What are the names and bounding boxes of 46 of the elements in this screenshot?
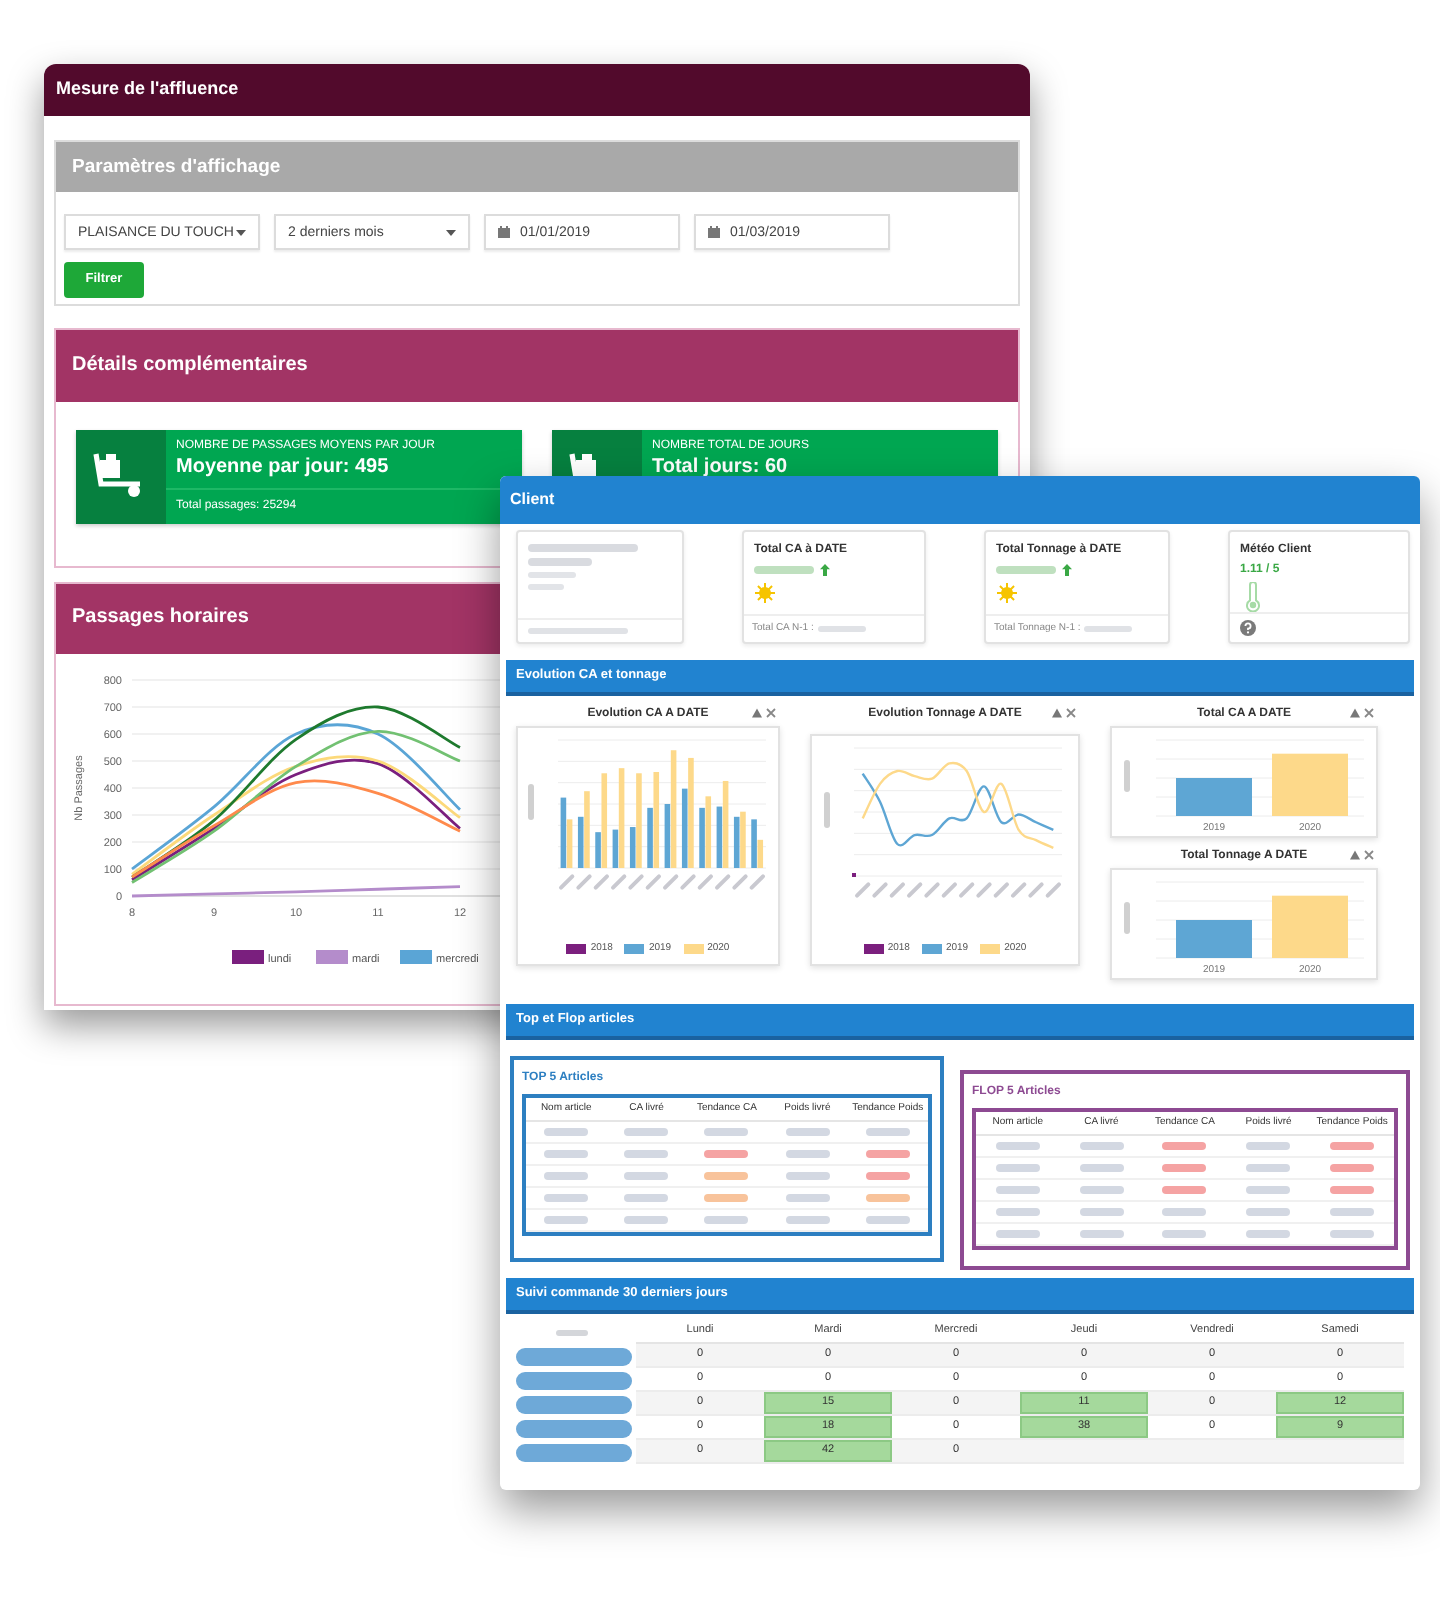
window-title: Mesure de l'affluence <box>56 78 239 102</box>
triangle-icon[interactable] <box>1350 708 1360 718</box>
blurred-text <box>516 1395 632 1413</box>
arrow-up-icon <box>1062 564 1072 576</box>
window-title: Client <box>510 490 555 510</box>
blurred-text <box>516 1443 632 1461</box>
blurred-text <box>516 1347 632 1365</box>
chart-bar <box>1272 895 1348 958</box>
close-icon[interactable] <box>1066 708 1076 718</box>
close-icon[interactable] <box>1364 708 1374 718</box>
panel-header: Paramètres d'affichage <box>56 142 1018 192</box>
blurred-text <box>754 566 814 574</box>
close-icon[interactable] <box>766 708 776 718</box>
arrow-up-icon <box>820 564 830 576</box>
close-icon[interactable] <box>1364 850 1374 860</box>
blurred-text <box>528 558 592 566</box>
swatch-icon <box>316 950 348 964</box>
sun-icon <box>754 582 776 604</box>
card-value: Moyenne par jour: 495 <box>176 454 391 480</box>
blurred-label <box>1124 760 1130 792</box>
blurred-text <box>996 566 1056 574</box>
sun-icon <box>996 582 1018 604</box>
triangle-icon[interactable] <box>1052 708 1062 718</box>
swatch-icon <box>232 950 264 964</box>
blurred-label <box>1124 902 1130 934</box>
blurred-text <box>516 1371 632 1389</box>
chart-bar <box>1176 920 1252 958</box>
swatch-icon <box>400 950 432 964</box>
calendar-icon <box>498 226 510 238</box>
blurred-label <box>528 784 534 820</box>
panel-header: Détails complémentaires <box>56 330 1018 402</box>
chart-bar <box>1272 753 1348 816</box>
chart-bar <box>1176 778 1252 816</box>
blurred-text <box>528 544 638 552</box>
triangle-icon[interactable] <box>752 708 762 718</box>
thermometer-icon <box>1246 582 1260 612</box>
dolly-icon <box>76 430 166 524</box>
blurred-label <box>824 792 830 828</box>
blurred-text <box>556 1329 588 1335</box>
caret-icon <box>236 229 246 235</box>
calendar-icon <box>708 226 720 238</box>
caret-icon <box>446 229 456 235</box>
help-icon[interactable] <box>1240 620 1256 636</box>
blurred-text <box>516 1419 632 1437</box>
card-value: Total jours: 60 <box>652 454 790 480</box>
triangle-icon[interactable] <box>1350 850 1360 860</box>
